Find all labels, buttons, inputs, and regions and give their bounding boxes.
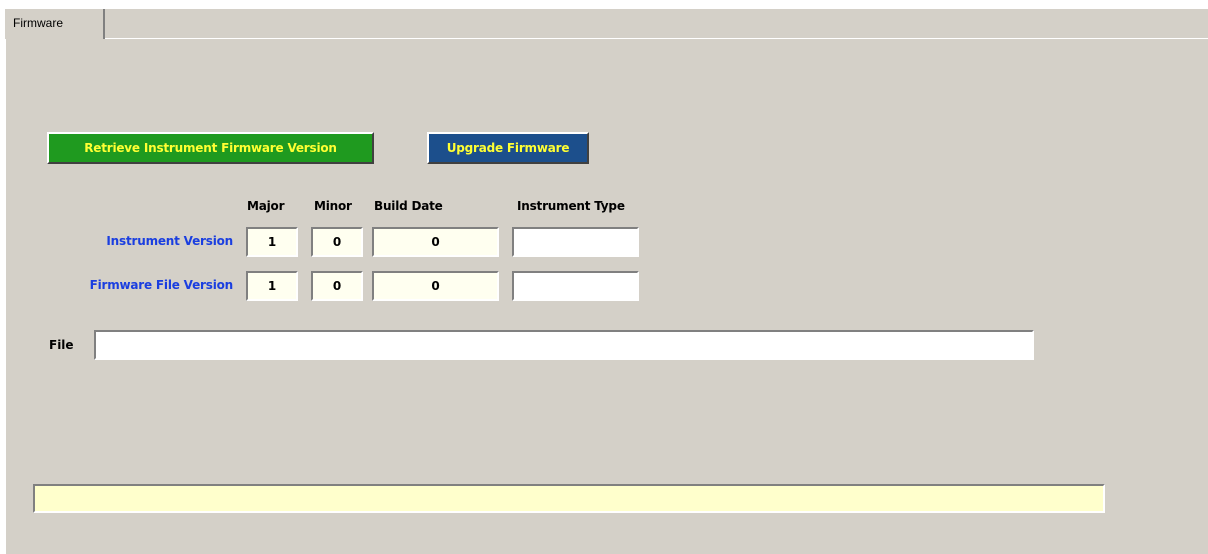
file-label: File <box>49 338 74 352</box>
file-minor-field[interactable]: 0 <box>311 271 363 301</box>
header-instrument-type: Instrument Type <box>517 199 625 213</box>
instrument-type-field[interactable] <box>512 227 639 257</box>
instrument-major-field[interactable]: 1 <box>246 227 298 257</box>
row-label-firmware-file-version: Firmware File Version <box>89 278 234 292</box>
file-major-field[interactable]: 1 <box>246 271 298 301</box>
file-path-input[interactable] <box>94 330 1034 360</box>
tab-strip-divider <box>105 38 1208 39</box>
row-label-instrument-version: Instrument Version <box>106 234 233 248</box>
file-instrument-type-field[interactable] <box>512 271 639 301</box>
upgrade-firmware-button[interactable]: Upgrade Firmware <box>427 132 589 164</box>
file-build-date-field[interactable]: 0 <box>372 271 499 301</box>
header-minor: Minor <box>314 199 352 213</box>
instrument-minor-field[interactable]: 0 <box>311 227 363 257</box>
instrument-build-date-field[interactable]: 0 <box>372 227 499 257</box>
header-major: Major <box>247 199 285 213</box>
retrieve-firmware-version-button[interactable]: Retrieve Instrument Firmware Version <box>47 132 374 164</box>
tab-firmware[interactable]: Firmware <box>5 9 105 39</box>
header-build-date: Build Date <box>374 199 443 213</box>
status-bar <box>33 484 1105 513</box>
panel-left-edge <box>5 38 6 554</box>
tab-firmware-label: Firmware <box>13 16 63 30</box>
